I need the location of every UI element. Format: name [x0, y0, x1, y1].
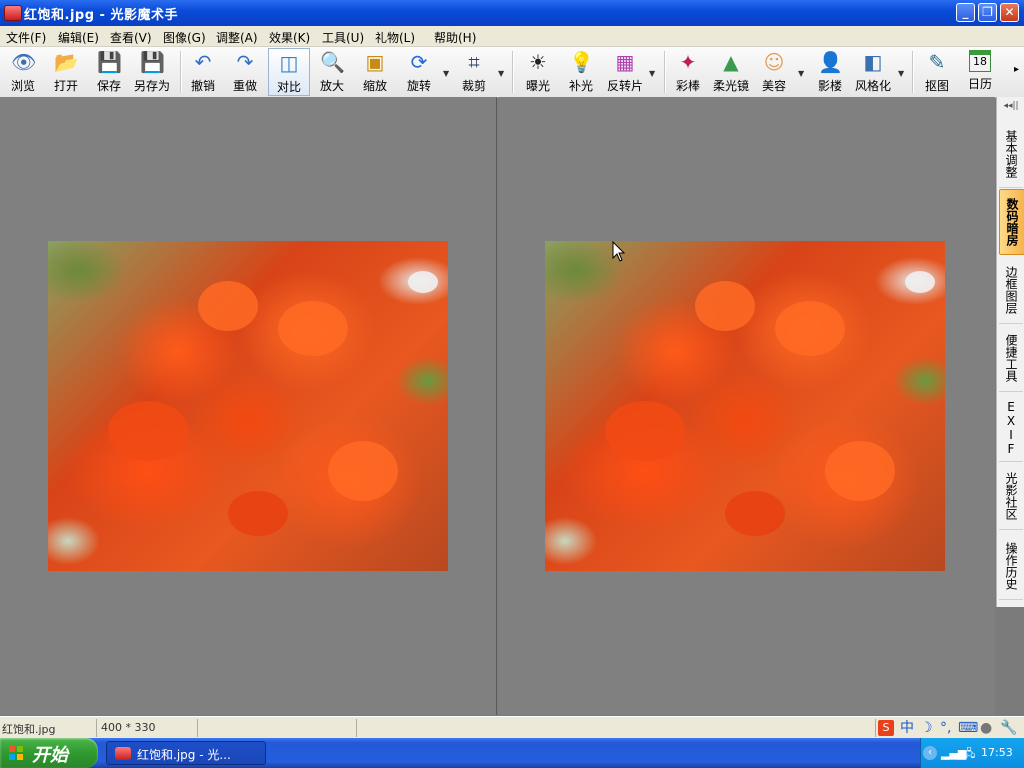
stylize-dropdown-icon[interactable]: ▼	[898, 69, 904, 78]
landscape-icon: ▲	[723, 50, 739, 74]
processed-image-pane[interactable]	[498, 97, 995, 715]
dock-tab-basic-adjust[interactable]: 基本调整	[999, 121, 1023, 188]
window-title: 红饱和.jpg - 光影魔术手	[24, 8, 178, 23]
menu-file[interactable]: 文件(F)	[6, 29, 46, 46]
original-photo	[48, 241, 448, 571]
color-wand-button[interactable]: ✦ 彩棒	[670, 48, 706, 96]
menu-view[interactable]: 查看(V)	[110, 29, 152, 46]
app-icon	[4, 5, 22, 21]
negative-dropdown-icon[interactable]: ▼	[649, 69, 655, 78]
clock: 17:53	[981, 746, 1013, 759]
stylize-icon: ◧	[863, 50, 883, 74]
close-button[interactable]: ✕	[1000, 3, 1019, 22]
menu-edit[interactable]: 编辑(E)	[58, 29, 99, 46]
toolbar-more-icon[interactable]: ▸	[1014, 64, 1019, 75]
face-icon: ☺	[763, 50, 785, 74]
crop-dropdown-icon[interactable]: ▼	[498, 69, 504, 78]
zoom-in-button[interactable]: 🔍 放大	[314, 48, 350, 96]
save-as-button[interactable]: 💾 另存为	[130, 48, 174, 96]
taskbar-app-item[interactable]: 红饱和.jpg - 光...	[106, 741, 266, 765]
tray-expand-icon[interactable]: ‹	[923, 746, 937, 760]
menu-effects[interactable]: 效果(K)	[269, 29, 310, 46]
fill-light-button[interactable]: 💡 补光	[562, 48, 600, 96]
toolbar: 👁 浏览 📂 打开 💾 保存 💾 另存为 ↶ 撤销 ↷ 重做 ◫ 对比 🔍 放大…	[0, 47, 1024, 98]
rotate-dropdown-icon[interactable]: ▼	[443, 69, 449, 78]
menu-adjust[interactable]: 调整(A)	[216, 29, 258, 46]
cutout-button[interactable]: ✎ 抠图	[918, 48, 956, 96]
light-bulb-icon: 💡	[569, 50, 594, 74]
sogou-ime-icon[interactable]: S	[878, 720, 894, 736]
wrench-icon[interactable]: 🔧	[1000, 719, 1017, 737]
stylize-button[interactable]: ◧ 风格化	[852, 48, 894, 96]
compare-icon: ◫	[279, 51, 299, 75]
minimize-button[interactable]: _	[956, 3, 975, 22]
exposure-icon: ☀	[529, 50, 547, 74]
halfwidth-moon-icon[interactable]: ☽	[920, 719, 933, 737]
user-icon[interactable]: ●	[980, 719, 992, 737]
open-button[interactable]: 📂 打开	[46, 48, 86, 96]
negative-film-icon: ▦	[615, 50, 635, 74]
windows-logo-icon	[9, 746, 23, 760]
dock-tab-digital-darkroom[interactable]: 数码暗房	[999, 189, 1024, 255]
ime-mode-label[interactable]: 中	[900, 719, 914, 737]
dock-tab-border-layer[interactable]: 边框图层	[999, 257, 1023, 324]
system-tray: ‹ ▂▄▆ 🖧 17:53	[920, 738, 1024, 768]
zoom-in-icon: 🔍	[320, 50, 345, 74]
network-icon[interactable]: 🖧	[963, 745, 975, 764]
soft-lens-button[interactable]: ▲ 柔光镜	[710, 48, 752, 96]
rotate-icon: ⟳	[410, 50, 428, 74]
save-as-icon: 💾	[140, 50, 165, 74]
dock-tab-community[interactable]: 光影社区	[999, 463, 1023, 530]
menu-help[interactable]: 帮助(H)	[434, 29, 476, 46]
dock-tab-quick-tools[interactable]: 便捷工具	[999, 325, 1023, 392]
menu-bar: 文件(F) 编辑(E) 查看(V) 图像(G) 调整(A) 效果(K) 工具(U…	[0, 26, 1024, 47]
redo-button[interactable]: ↷ 重做	[226, 48, 264, 96]
menu-tools[interactable]: 工具(U)	[322, 29, 364, 46]
resize-icon: ▣	[365, 50, 385, 74]
calendar-icon: 18	[969, 50, 991, 72]
cutout-icon: ✎	[928, 50, 946, 74]
punctuation-icon[interactable]: °,	[940, 719, 951, 737]
eye-icon: 👁	[11, 50, 37, 74]
negative-button[interactable]: ▦ 反转片	[604, 48, 646, 96]
taskbar: 开始 红饱和.jpg - 光... ‹ ▂▄▆ 🖧 17:53	[0, 738, 1024, 768]
dock-collapse-icon[interactable]: ◂◂||	[997, 101, 1024, 117]
start-button[interactable]: 开始	[0, 738, 98, 768]
app-icon	[115, 747, 131, 760]
menu-gifts[interactable]: 礼物(L)	[375, 29, 415, 46]
undo-button[interactable]: ↶ 撤销	[184, 48, 222, 96]
save-icon: 💾	[97, 50, 122, 74]
dock-tab-history[interactable]: 操作历史	[999, 533, 1023, 600]
side-dock: ◂◂|| 基本调整 数码暗房 边框图层 便捷工具 EXIF 光影社区 操作历史	[996, 97, 1024, 607]
crop-button[interactable]: ⌗ 裁剪	[454, 48, 494, 96]
portrait-icon: 👤	[818, 50, 843, 74]
save-button[interactable]: 💾 保存	[90, 48, 128, 96]
redo-icon: ↷	[236, 50, 254, 74]
browse-button[interactable]: 👁 浏览	[4, 48, 42, 96]
folder-icon: 📂	[54, 50, 79, 74]
menu-image[interactable]: 图像(G)	[163, 29, 206, 46]
keyboard-icon[interactable]: ⌨	[958, 719, 978, 737]
status-dimensions: 400 * 330	[101, 721, 156, 734]
studio-button[interactable]: 👤 影楼	[812, 48, 848, 96]
title-bar: 红饱和.jpg - 光影魔术手 _ ❐ ✕	[0, 0, 1024, 26]
beauty-button[interactable]: ☺ 美容	[756, 48, 792, 96]
processed-photo	[545, 241, 945, 571]
status-bar: 红饱和.jpg 400 * 330 S 中 ☽ °, ⌨ ● 🔧	[0, 716, 1024, 739]
original-image-pane[interactable]	[0, 97, 497, 715]
mouse-cursor-icon	[612, 241, 626, 262]
exposure-button[interactable]: ☀ 曝光	[518, 48, 558, 96]
restore-button[interactable]: ❐	[978, 3, 997, 22]
undo-icon: ↶	[194, 50, 212, 74]
dock-tab-exif[interactable]: EXIF	[999, 395, 1023, 462]
beauty-dropdown-icon[interactable]: ▼	[798, 69, 804, 78]
rotate-button[interactable]: ⟳ 旋转	[400, 48, 438, 96]
compare-button[interactable]: ◫ 对比	[268, 48, 310, 96]
status-filename: 红饱和.jpg	[2, 723, 56, 736]
crop-icon: ⌗	[468, 50, 480, 74]
resize-button[interactable]: ▣ 缩放	[356, 48, 394, 96]
calendar-button[interactable]: 18 日历	[960, 48, 1000, 96]
magic-wand-icon: ✦	[679, 50, 697, 74]
